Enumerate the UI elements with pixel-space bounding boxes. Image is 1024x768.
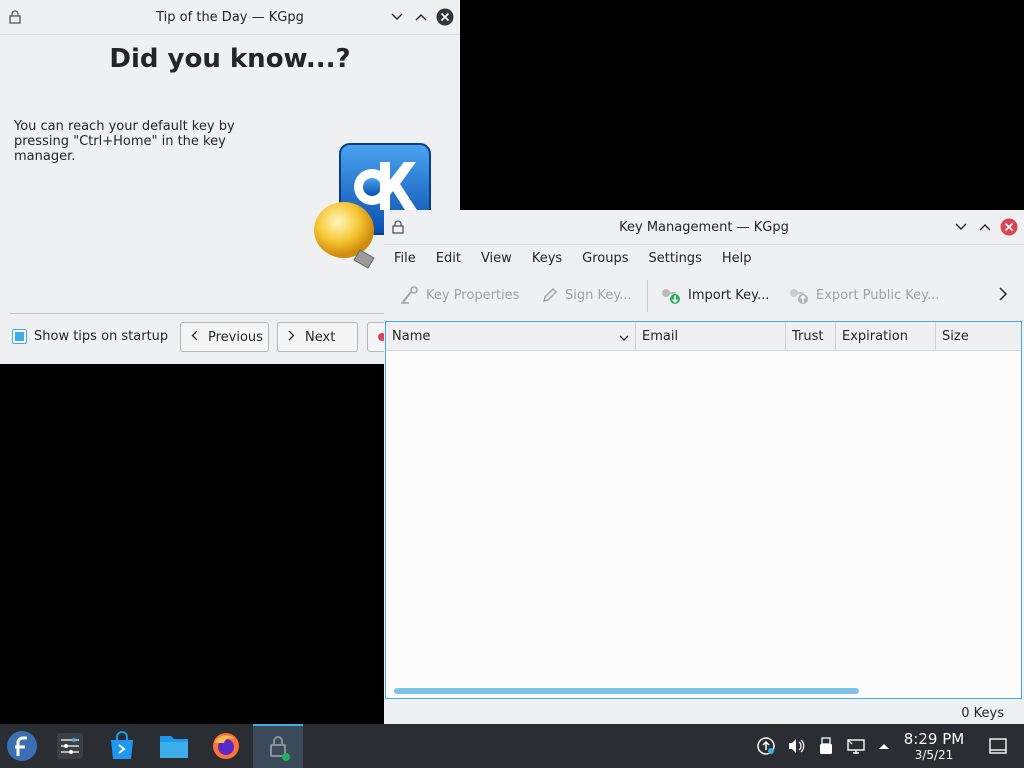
menubar: File Edit View Keys Groups Settings Help [384,246,1024,270]
menu-edit[interactable]: Edit [436,251,461,266]
import-key-icon [662,289,680,304]
key-properties-icon [401,286,418,304]
menu-keys[interactable]: Keys [532,251,562,266]
pencil-icon [543,288,557,302]
column-email-label: Email [642,328,679,344]
horizontal-scrollbar[interactable] [394,688,859,694]
tip-heading: Did you know...? [109,44,351,74]
files-icon[interactable] [152,724,196,768]
toolbar-overflow-icon[interactable] [998,286,1008,306]
usb-device-icon[interactable] [816,736,836,756]
export-public-key-label: Export Public Key... [816,287,940,303]
clock[interactable]: 8:29 PM 3/5/21 [896,730,972,762]
firefox-icon[interactable] [204,724,248,768]
key-list-header: Name Email Trust Expiration Size [386,322,1021,351]
key-properties-label: Key Properties [426,287,520,303]
previous-label: Previous [208,329,263,345]
settings-icon[interactable] [48,724,92,768]
network-icon[interactable] [846,736,866,756]
clock-time: 8:29 PM [903,730,965,748]
menu-view[interactable]: View [481,251,512,266]
clock-date: 3/5/21 [914,748,954,762]
next-button[interactable]: Next [277,322,358,352]
column-trust-label: Trust [792,328,824,344]
export-key-icon [790,289,808,304]
menu-groups[interactable]: Groups [582,251,628,266]
tip-titlebar[interactable]: Tip of the Day — KGpg [0,0,460,35]
chevron-left-icon [191,330,198,345]
previous-button[interactable]: Previous [180,322,269,352]
menu-settings[interactable]: Settings [649,251,702,266]
minimize-icon[interactable] [388,8,406,26]
show-tips-label[interactable]: Show tips on startup [34,329,168,344]
updates-icon[interactable] [756,736,776,756]
kgpg-titlebar[interactable]: Key Management — KGpg [384,210,1024,245]
column-name[interactable]: Name [386,322,636,350]
maximize-icon[interactable] [412,8,430,26]
sign-key-label: Sign Key... [565,287,632,303]
column-name-label: Name [392,328,431,344]
menu-file[interactable]: File [394,251,416,266]
key-list[interactable]: Name Email Trust Expiration Size [385,321,1022,699]
discover-icon[interactable] [100,724,144,768]
column-size[interactable]: Size [936,322,1021,350]
column-expiration[interactable]: Expiration [836,322,936,350]
column-email[interactable]: Email [636,322,786,350]
kgpg-icon[interactable] [253,724,303,768]
main-toolbar: Key Properties Sign Key... Import Key...… [384,278,1024,314]
close-icon[interactable] [1000,218,1018,236]
fedora-icon[interactable] [0,724,44,768]
minimize-icon[interactable] [952,218,970,236]
key-management-window: Key Management — KGpg File Edit View Key… [384,210,1024,724]
sign-key-button[interactable]: Sign Key... [541,278,632,312]
sort-chevron-down-icon [619,331,629,346]
key-properties-button[interactable]: Key Properties [400,278,519,312]
next-label: Next [305,329,336,345]
column-trust[interactable]: Trust [786,322,836,350]
toolbar-separator [647,280,648,312]
column-expiration-label: Expiration [842,328,908,344]
import-key-label: Import Key... [688,287,770,303]
volume-icon[interactable] [786,736,806,756]
show-desktop-icon[interactable] [988,736,1008,756]
column-size-label: Size [942,328,969,344]
export-public-key-button[interactable]: Export Public Key... [788,278,939,312]
tray-expand-icon[interactable] [874,736,894,756]
tip-text: You can reach your default key by pressi… [14,119,235,164]
maximize-icon[interactable] [976,218,994,236]
chevron-right-icon [288,330,295,345]
menu-help[interactable]: Help [722,251,752,266]
close-icon[interactable] [436,8,454,26]
show-tips-checkbox[interactable] [12,329,27,344]
key-count-status: 0 Keys [961,706,1004,721]
kgpg-window-title: Key Management — KGpg [619,219,789,235]
import-key-button[interactable]: Import Key... [660,278,769,312]
taskbar: 8:29 PM 3/5/21 [0,724,1024,768]
